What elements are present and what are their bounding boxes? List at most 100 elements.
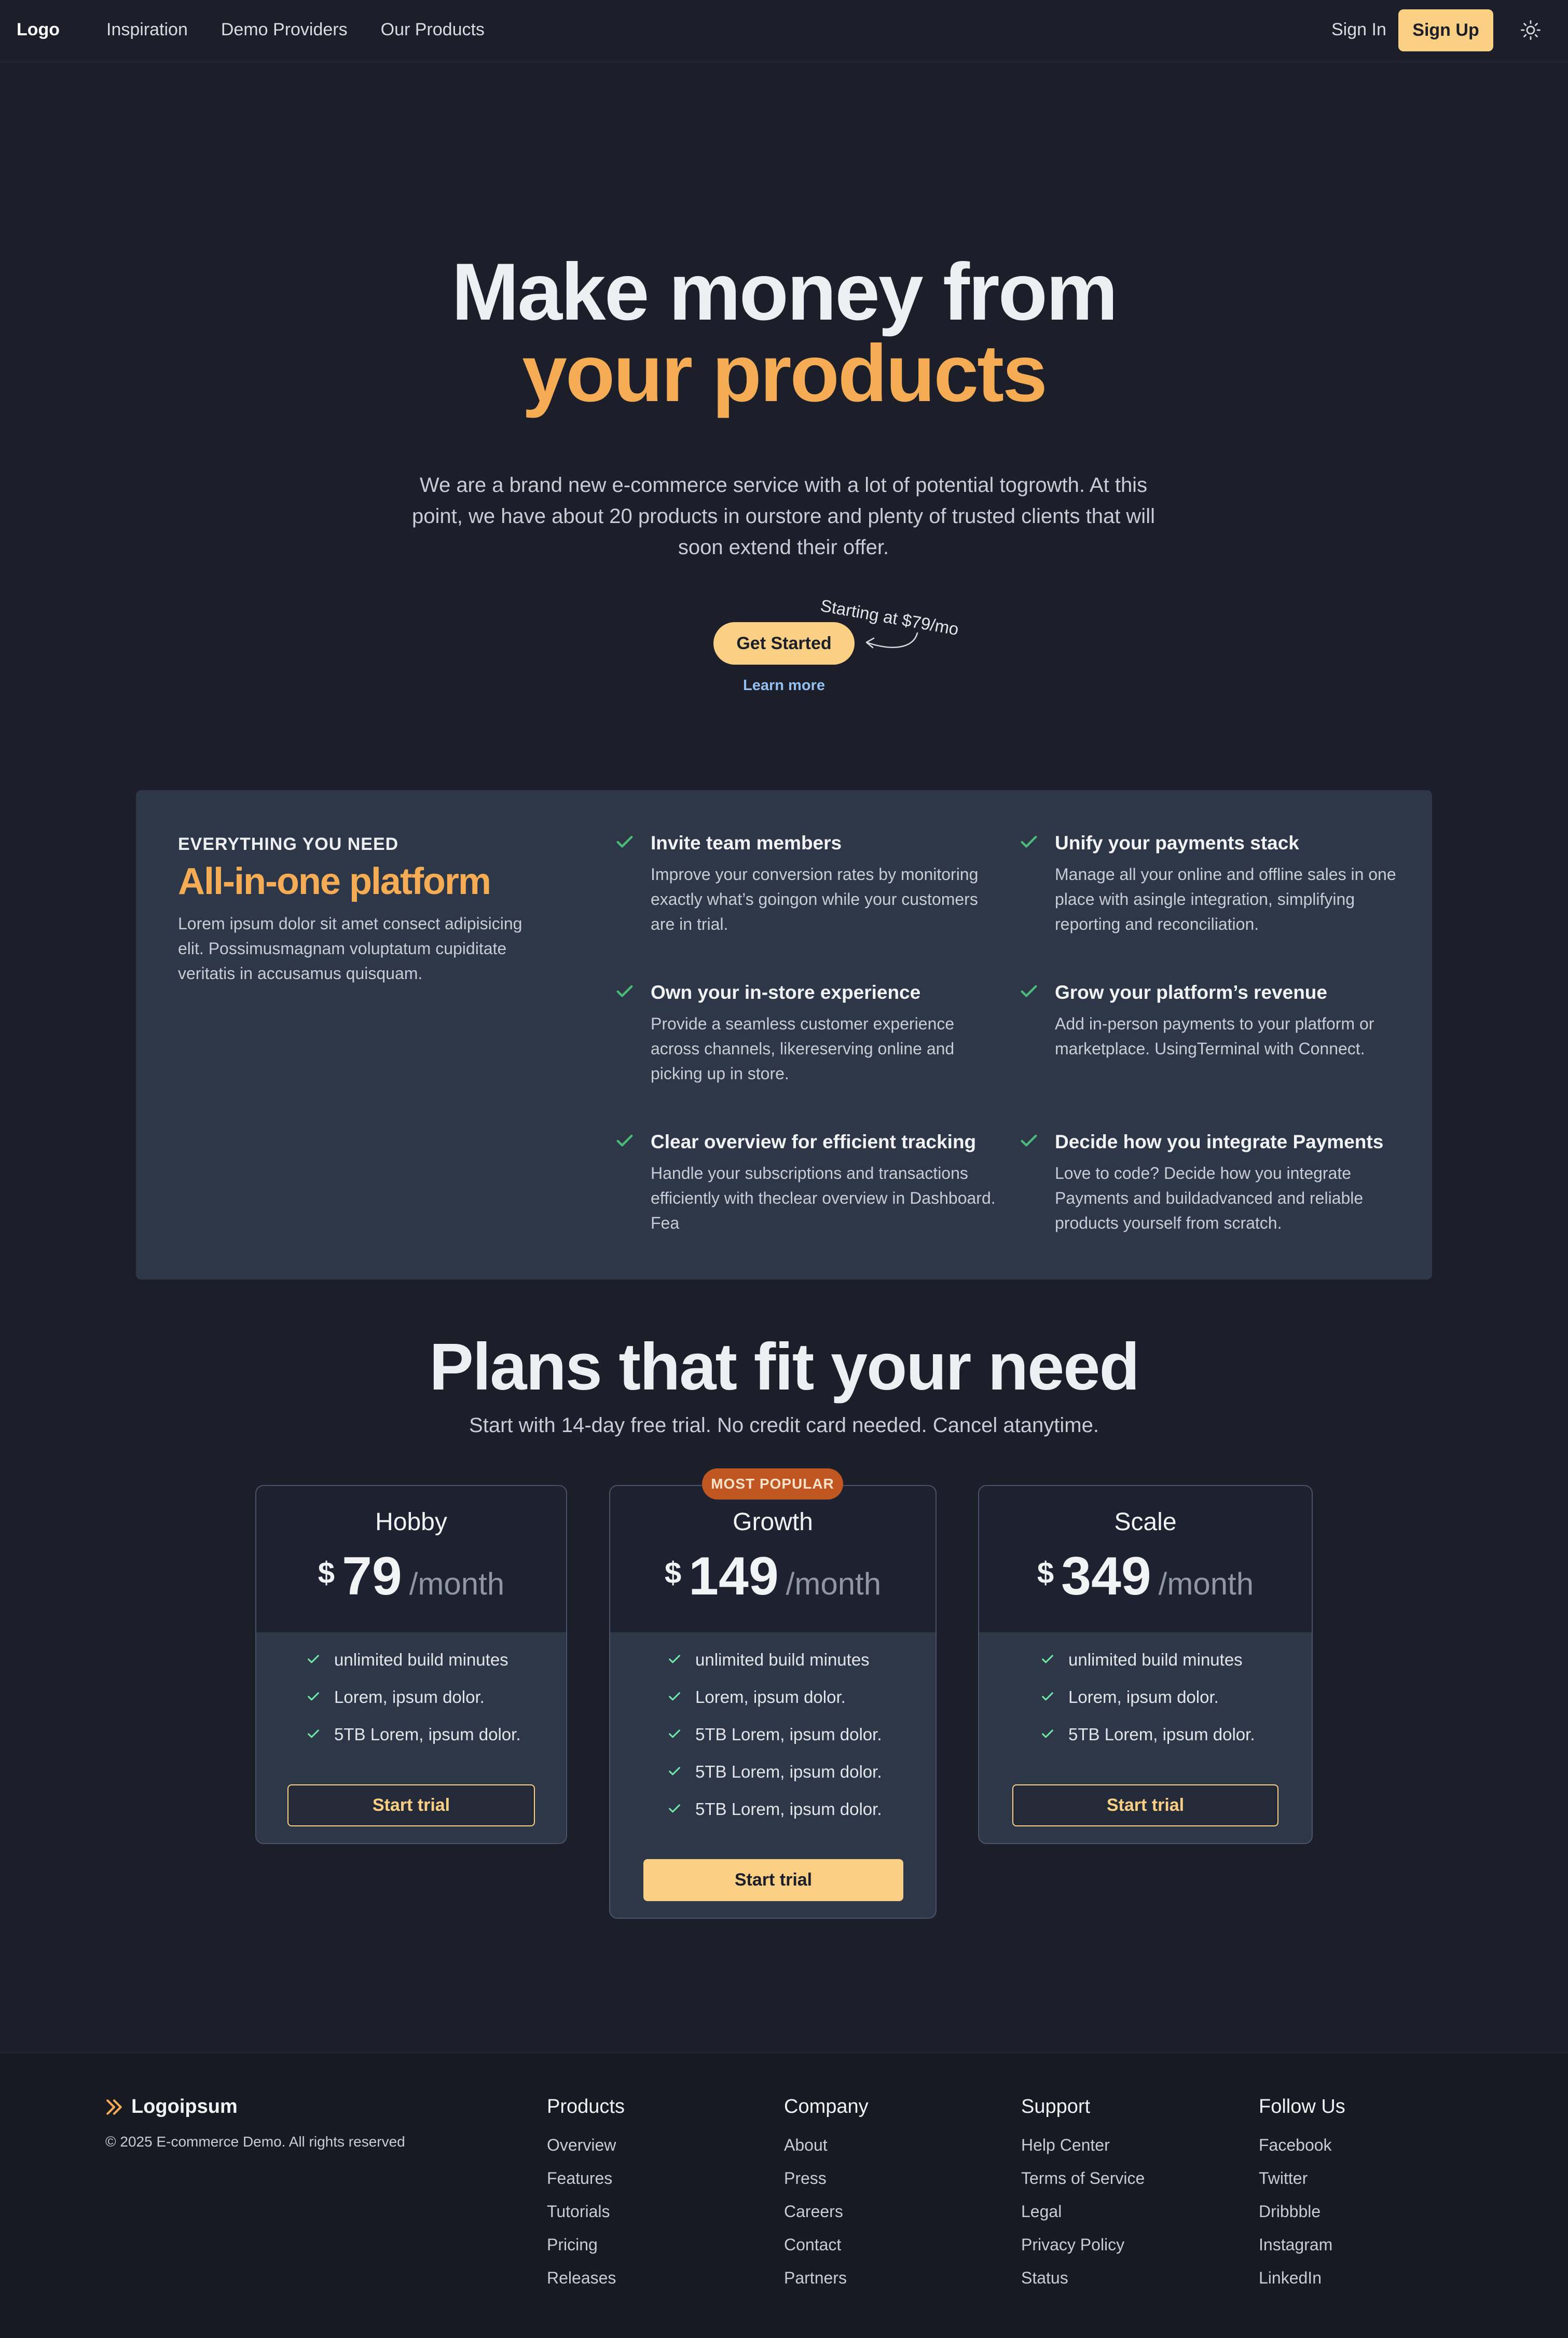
nav-link-our-products[interactable]: Our Products <box>381 20 485 40</box>
plan-feature-label: Lorem, ipsum dolor. <box>695 1687 846 1707</box>
footer-column-company: Company About Press Careers Contact Part… <box>784 2096 869 2302</box>
feature-text: Handle your subscriptions and transactio… <box>651 1164 996 1232</box>
footer-link[interactable]: Partners <box>784 2268 869 2302</box>
hero-description: We are a brand new e-commerce service wi… <box>412 474 1155 559</box>
most-popular-badge: MOST POPULAR <box>702 1468 843 1500</box>
plan-header: Hobby $79/month <box>256 1486 566 1632</box>
footer-link[interactable]: Press <box>784 2169 869 2202</box>
start-trial-button[interactable]: Start trial <box>287 1784 535 1826</box>
plan-feature: unlimited build minutes <box>306 1650 521 1687</box>
footer-link[interactable]: LinkedIn <box>1259 2268 1345 2302</box>
footer-link[interactable]: Privacy Policy <box>1021 2235 1145 2268</box>
plan-feature-list: unlimited build minutes Lorem, ipsum dol… <box>306 1650 521 1762</box>
price-amount: 349 <box>1061 1546 1151 1606</box>
price-currency: $ <box>664 1556 682 1590</box>
plan-feature-list: unlimited build minutes Lorem, ipsum dol… <box>1040 1650 1255 1762</box>
nav-link-inspiration[interactable]: Inspiration <box>106 20 188 40</box>
plan-feature-label: unlimited build minutes <box>334 1650 508 1669</box>
plan-feature: Lorem, ipsum dolor. <box>1040 1687 1255 1725</box>
plan-feature: 5TB Lorem, ipsum dolor. <box>667 1799 882 1837</box>
footer-column-title: Company <box>784 2096 869 2117</box>
check-icon <box>1042 1692 1053 1701</box>
plan-feature-label: unlimited build minutes <box>695 1650 870 1669</box>
check-icon <box>616 985 633 997</box>
footer-link[interactable]: Dribbble <box>1259 2202 1345 2235</box>
plan-feature-label: Lorem, ipsum dolor. <box>334 1687 485 1707</box>
plan-feature-label: 5TB Lorem, ipsum dolor. <box>334 1725 521 1744</box>
price-period: /month <box>1158 1566 1254 1601</box>
footer-link[interactable]: Contact <box>784 2235 869 2268</box>
plan-header: Scale $349/month <box>979 1486 1312 1632</box>
plan-feature: 5TB Lorem, ipsum dolor. <box>1040 1725 1255 1762</box>
feature-item: Clear overview for efficient tracking Ha… <box>616 1131 1003 1235</box>
nav-link-demo-providers[interactable]: Demo Providers <box>221 20 348 40</box>
plan-feature-label: Lorem, ipsum dolor. <box>1068 1687 1219 1707</box>
feature-text: Add in-person payments to your platform … <box>1055 1014 1374 1058</box>
footer-link[interactable]: Tutorials <box>547 2202 625 2235</box>
footer-link[interactable]: Careers <box>784 2202 869 2235</box>
sun-icon[interactable] <box>1520 19 1542 41</box>
feature-item: Invite team members Improve your convers… <box>616 832 1003 937</box>
check-icon <box>669 1804 680 1813</box>
footer-link[interactable]: About <box>784 2136 869 2169</box>
check-icon <box>616 835 633 848</box>
double-chevron-icon <box>106 2099 122 2115</box>
feature-title: Grow your platform’s revenue <box>1055 982 1327 1003</box>
nav-links: Inspiration Demo Providers Our Products <box>106 20 485 40</box>
feature-title: Own your in-store experience <box>651 982 921 1003</box>
feature-item: Decide how you integrate Payments Love t… <box>1021 1131 1408 1235</box>
price-currency: $ <box>318 1556 335 1590</box>
start-trial-button[interactable]: Start trial <box>1012 1784 1278 1826</box>
footer-link[interactable]: Overview <box>547 2136 625 2169</box>
plan-feature: 5TB Lorem, ipsum dolor. <box>667 1725 882 1762</box>
footer-link[interactable]: Facebook <box>1259 2136 1345 2169</box>
check-icon <box>669 1767 680 1776</box>
footer-link[interactable]: Features <box>547 2169 625 2202</box>
plan-feature: Lorem, ipsum dolor. <box>667 1687 882 1725</box>
price-amount: 149 <box>689 1546 779 1606</box>
site-footer: Logoipsum © 2025 E-commerce Demo. All ri… <box>0 2052 1568 2338</box>
start-trial-button[interactable]: Start trial <box>643 1859 903 1901</box>
plan-feature-label: 5TB Lorem, ipsum dolor. <box>695 1799 882 1819</box>
plan-card-hobby: Hobby $79/month unlimited build minutes … <box>255 1485 567 1844</box>
footer-link[interactable]: Status <box>1021 2268 1145 2302</box>
footer-link[interactable]: Legal <box>1021 2202 1145 2235</box>
plans-subtitle: Start with 14-day free trial. No credit … <box>469 1414 1099 1437</box>
feature-item: Unify your payments stack Manage all you… <box>1021 832 1408 937</box>
footer-link[interactable]: Instagram <box>1259 2235 1345 2268</box>
check-icon <box>669 1655 680 1663</box>
check-icon <box>308 1729 319 1738</box>
nav-logo[interactable]: Logo <box>17 20 60 40</box>
footer-copyright: © 2025 E-commerce Demo. All rights reser… <box>105 2134 405 2150</box>
sign-up-button[interactable]: Sign Up <box>1398 9 1493 51</box>
check-icon <box>1042 1729 1053 1738</box>
footer-link[interactable]: Pricing <box>547 2235 625 2268</box>
learn-more-link[interactable]: Learn more <box>0 677 1568 694</box>
check-icon <box>1021 1134 1037 1147</box>
plan-name: Scale <box>1114 1508 1177 1536</box>
plan-feature-label: 5TB Lorem, ipsum dolor. <box>695 1762 882 1781</box>
plan-card-scale: Scale $349/month unlimited build minutes… <box>978 1485 1313 1844</box>
features-eyebrow: EVERYTHING YOU NEED <box>178 834 399 854</box>
get-started-button[interactable]: Get Started <box>713 622 855 665</box>
check-icon <box>308 1692 319 1701</box>
feature-title: Decide how you integrate Payments <box>1055 1131 1384 1152</box>
check-icon <box>669 1692 680 1701</box>
sign-in-link[interactable]: Sign In <box>1331 20 1386 40</box>
footer-link[interactable]: Help Center <box>1021 2136 1145 2169</box>
hero-title-line2: your products <box>522 328 1048 419</box>
feature-text: Improve your conversion rates by monitor… <box>651 865 979 933</box>
footer-link[interactable]: Releases <box>547 2268 625 2302</box>
footer-link[interactable]: Twitter <box>1259 2169 1345 2202</box>
plans-title: Plans that fit your need <box>429 1330 1139 1404</box>
plan-price: $79/month <box>256 1546 566 1607</box>
check-icon <box>308 1655 319 1663</box>
feature-item: Grow your platform’s revenue Add in-pers… <box>1021 981 1408 1061</box>
plan-feature-label: 5TB Lorem, ipsum dolor. <box>695 1725 882 1744</box>
plan-name: Growth <box>733 1508 813 1536</box>
footer-link[interactable]: Terms of Service <box>1021 2169 1145 2202</box>
check-icon <box>669 1729 680 1738</box>
plan-feature-label: 5TB Lorem, ipsum dolor. <box>1068 1725 1255 1744</box>
footer-brand[interactable]: Logoipsum <box>104 2096 238 2118</box>
price-period: /month <box>409 1566 505 1601</box>
